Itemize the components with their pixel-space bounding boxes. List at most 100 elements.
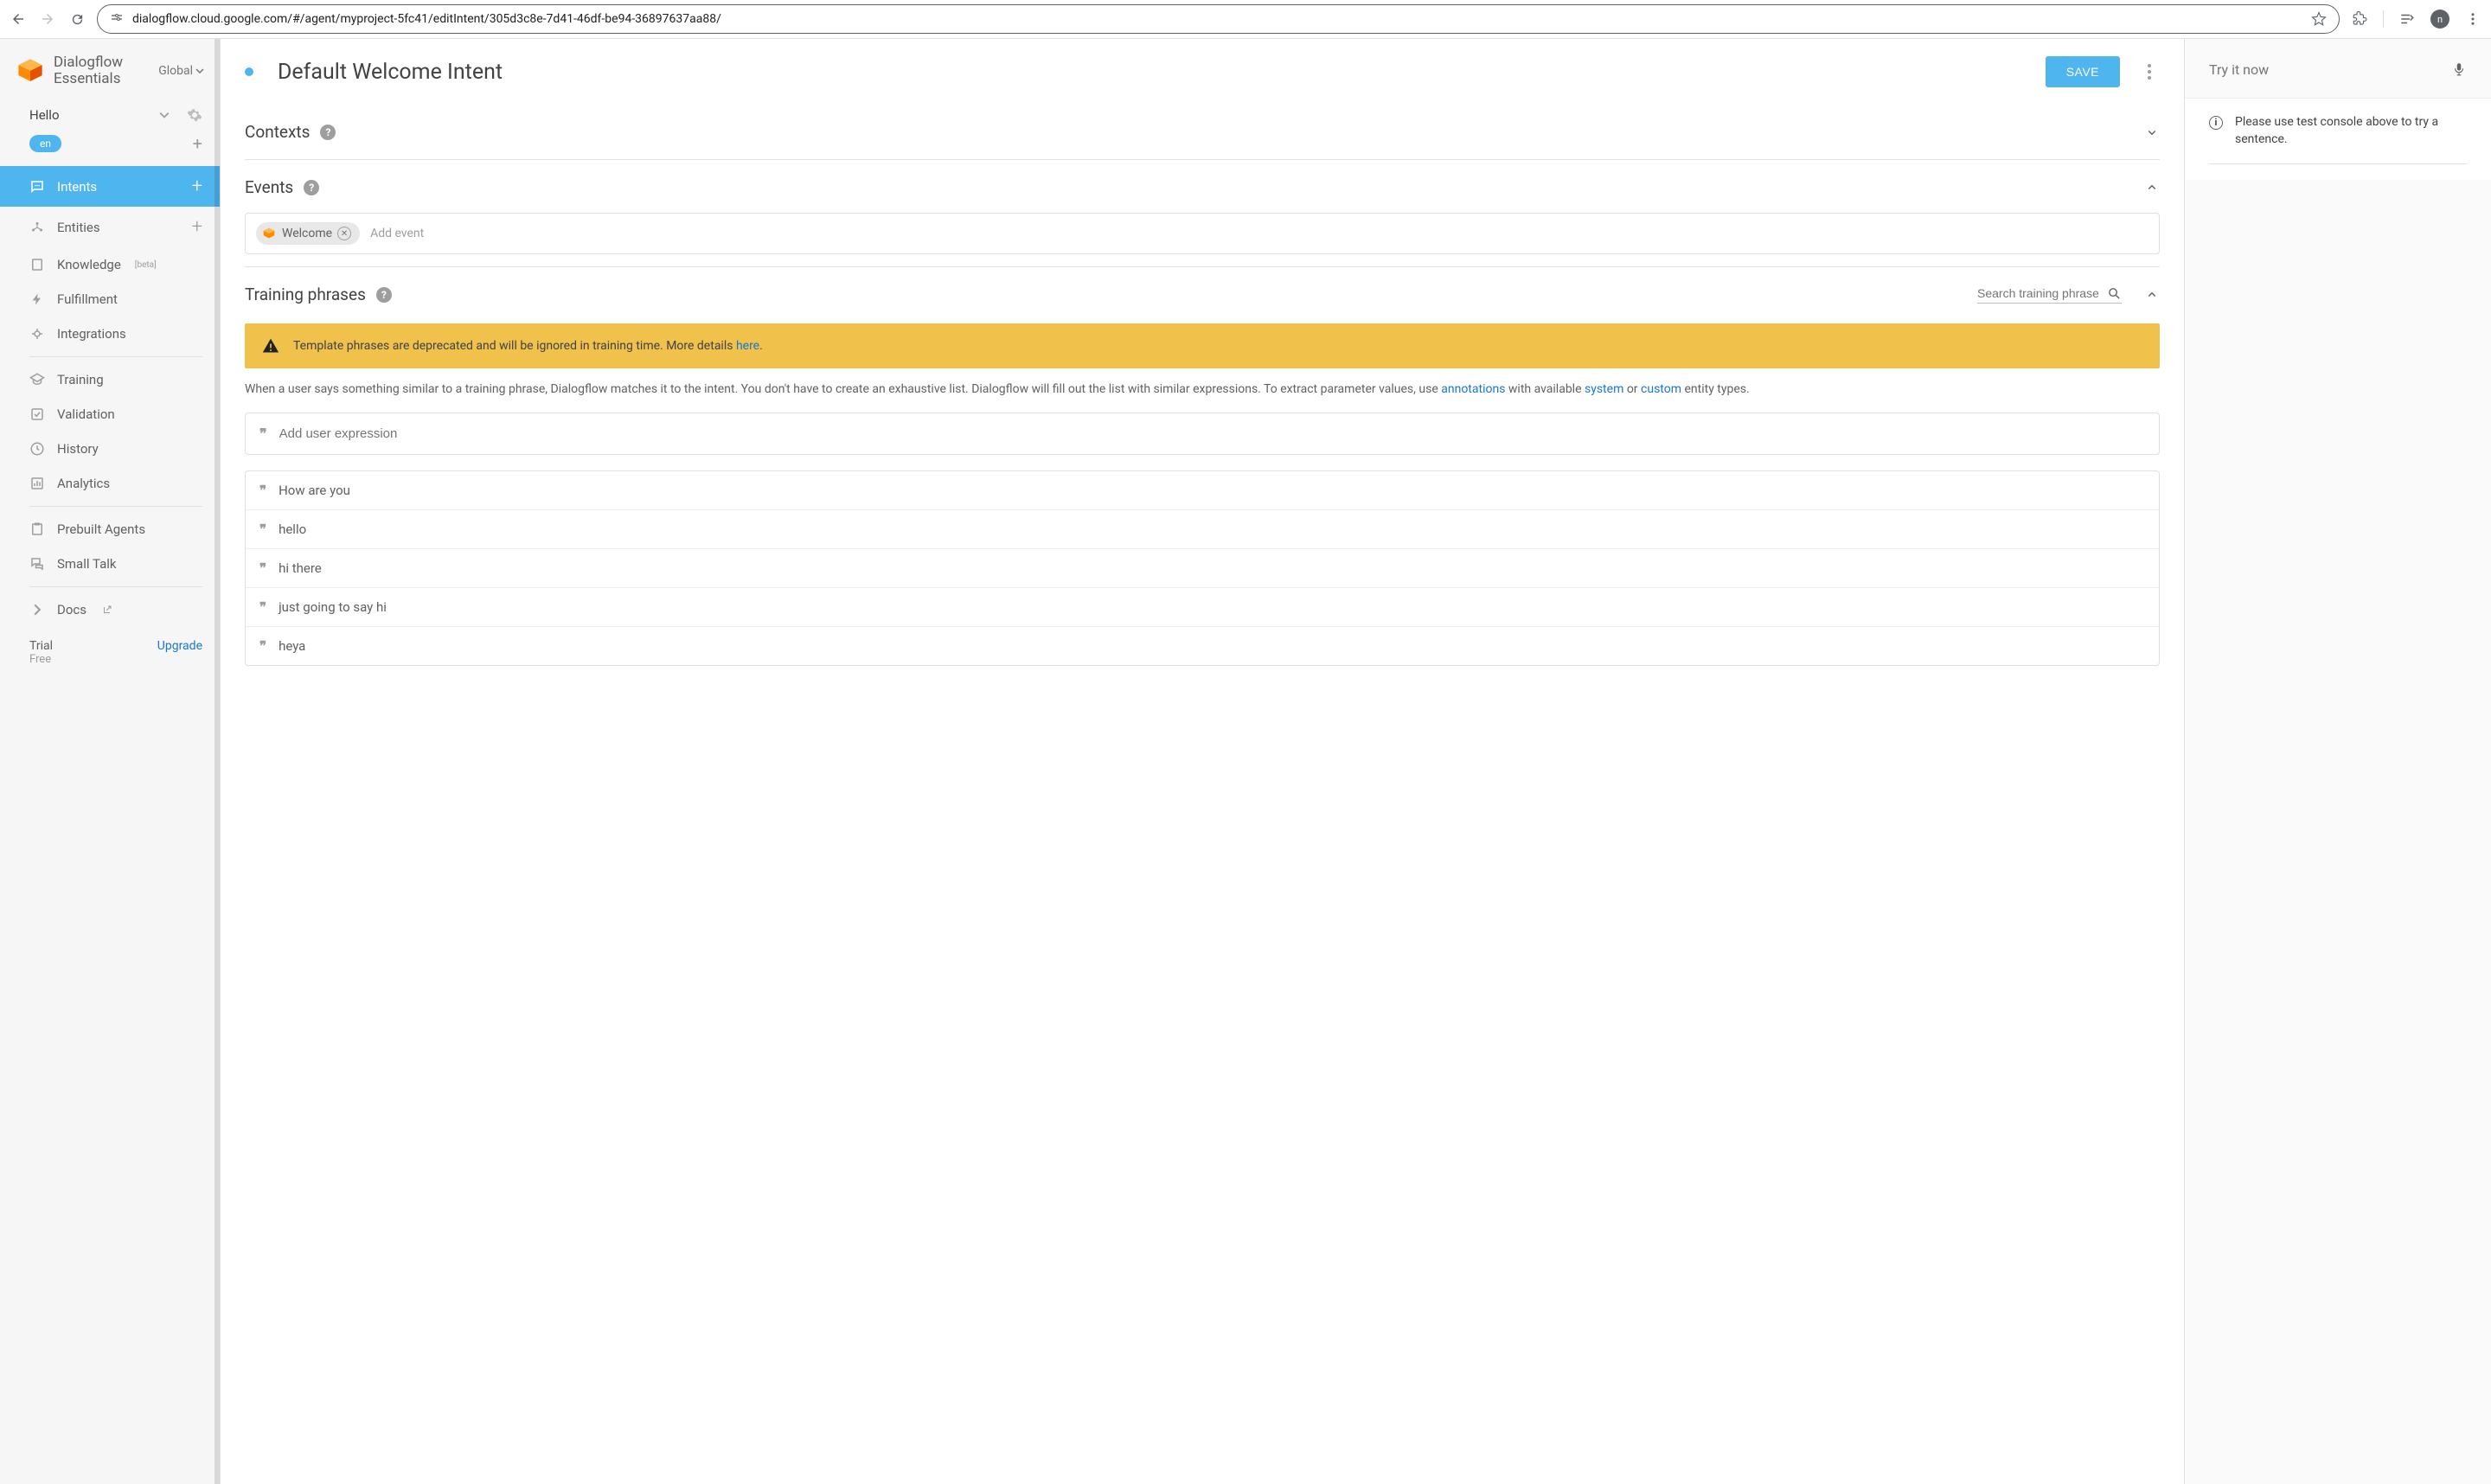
events-input[interactable]: Welcome ✕ Add event [245, 213, 2160, 254]
phrase-text: How are you [279, 483, 350, 498]
dialogflow-logo-icon [16, 56, 45, 86]
training-icon [29, 372, 45, 387]
external-link-icon [102, 604, 112, 615]
section-events: Events ? Welcome ✕ Add ev [245, 160, 2160, 267]
browser-toolbar: dialogflow.cloud.google.com/#/agent/mypr… [0, 0, 2491, 39]
search-training-phrases[interactable] [1977, 286, 2122, 304]
phrase-row[interactable]: ❞ hello [246, 510, 2159, 549]
section-contexts: Contexts ? [245, 105, 2160, 160]
warning-icon [262, 337, 279, 355]
prebuilt-icon [29, 521, 45, 537]
sidebar-item-docs[interactable]: Docs [0, 592, 220, 627]
collapse-training-button[interactable] [2144, 287, 2160, 303]
gear-icon[interactable] [187, 107, 202, 123]
quote-icon: ❞ [259, 425, 267, 442]
remove-event-button[interactable]: ✕ [337, 227, 351, 240]
sidebar-item-smalltalk[interactable]: Small Talk [0, 547, 220, 581]
quote-icon: ❞ [259, 521, 266, 537]
section-training-phrases: Training phrases ? Template phrases are … [245, 267, 2160, 678]
sidebar-item-validation[interactable]: Validation [0, 397, 220, 432]
add-phrase-input[interactable]: ❞ [245, 413, 2160, 455]
reload-button[interactable] [69, 11, 85, 27]
more-menu-button[interactable] [2148, 64, 2151, 80]
add-event-placeholder: Add event [370, 227, 424, 240]
media-icon[interactable] [2399, 11, 2415, 27]
search-input[interactable] [1977, 286, 2098, 300]
phrase-text: hello [279, 521, 306, 537]
forward-button[interactable] [40, 11, 55, 27]
phrase-row[interactable]: ❞ How are you [246, 471, 2159, 510]
smalltalk-icon [29, 556, 45, 572]
quote-icon: ❞ [259, 560, 266, 576]
sidebar-item-prebuilt[interactable]: Prebuilt Agents [0, 512, 220, 547]
phrase-text: heya [279, 638, 305, 654]
phrase-row[interactable]: ❞ heya [246, 627, 2159, 665]
quote-icon: ❞ [259, 638, 266, 654]
extensions-icon[interactable] [2352, 11, 2367, 27]
caret-down-icon [159, 110, 170, 120]
logo-subtitle: Essentials [54, 71, 123, 87]
mic-button[interactable] [2451, 60, 2467, 79]
dialogflow-cube-icon [261, 226, 277, 241]
quote-icon: ❞ [259, 599, 266, 615]
url-bar[interactable]: dialogflow.cloud.google.com/#/agent/mypr… [97, 4, 2340, 34]
event-chip: Welcome ✕ [256, 222, 360, 245]
validation-icon [29, 406, 45, 422]
sidebar-item-fulfillment[interactable]: Fulfillment [0, 282, 220, 317]
info-icon: i [2209, 116, 2223, 130]
language-pill[interactable]: en [29, 135, 61, 152]
caret-down-icon [195, 67, 204, 75]
phrase-input[interactable] [279, 426, 2145, 441]
add-entity-button[interactable]: + [192, 216, 202, 238]
phrase-list: ❞How are you❞hello❞hi there❞just going t… [245, 470, 2160, 666]
system-link[interactable]: system [1585, 382, 1623, 396]
sidebar-item-intents[interactable]: Intents + [0, 166, 220, 207]
add-language-button[interactable]: + [193, 133, 202, 154]
warning-banner: Template phrases are deprecated and will… [245, 323, 2160, 368]
back-button[interactable] [10, 11, 26, 27]
collapse-events-button[interactable] [2144, 180, 2160, 195]
agent-selector[interactable]: Hello [0, 99, 220, 130]
sidebar-item-knowledge[interactable]: Knowledge[beta] [0, 247, 220, 282]
browser-menu-icon[interactable] [2465, 11, 2481, 27]
annotations-link[interactable]: annotations [1441, 382, 1505, 396]
warning-link[interactable]: here [736, 339, 759, 353]
entities-icon [29, 220, 45, 235]
trial-row: Trial Free Upgrade [0, 627, 220, 669]
custom-link[interactable]: custom [1641, 382, 1681, 396]
add-intent-button[interactable]: + [192, 176, 202, 197]
expand-contexts-button[interactable] [2144, 125, 2160, 140]
chevron-right-icon [29, 602, 45, 617]
sidebar-item-integrations[interactable]: Integrations [0, 317, 220, 351]
training-info-text: When a user says something similar to a … [245, 381, 2160, 399]
profile-avatar[interactable]: n [2430, 10, 2449, 29]
upgrade-link[interactable]: Upgrade [157, 639, 202, 653]
sidebar-item-history[interactable]: History [0, 432, 220, 466]
analytics-icon [29, 476, 45, 491]
phrase-row[interactable]: ❞hi there [246, 549, 2159, 588]
save-button[interactable]: SAVE [2046, 56, 2120, 87]
intent-editor: Default Welcome Intent SAVE Contexts ? [221, 39, 2185, 1484]
quote-icon: ❞ [259, 483, 266, 498]
search-icon [2107, 286, 2122, 301]
help-icon[interactable]: ? [376, 287, 392, 303]
sidebar-item-analytics[interactable]: Analytics [0, 466, 220, 501]
try-title[interactable]: Try it now [2209, 61, 2269, 78]
url-text: dialogflow.cloud.google.com/#/agent/mypr… [132, 12, 2302, 26]
logo-title: Dialogflow [54, 54, 123, 71]
intent-title[interactable]: Default Welcome Intent [278, 60, 2030, 85]
site-settings-icon [110, 12, 124, 26]
help-icon[interactable]: ? [320, 125, 336, 140]
help-icon[interactable]: ? [304, 180, 319, 195]
sidebar-item-training[interactable]: Training [0, 362, 220, 397]
history-icon [29, 441, 45, 457]
sidebar-item-entities[interactable]: Entities + [0, 207, 220, 247]
knowledge-icon [29, 257, 45, 272]
phrase-text: just going to say hi [279, 599, 387, 615]
star-icon[interactable] [2311, 11, 2327, 27]
intents-icon [29, 179, 45, 195]
global-selector[interactable]: Global [158, 64, 204, 78]
phrase-row[interactable]: ❞ just going to say hi [246, 588, 2159, 627]
logo-row: Dialogflow Essentials Global [0, 39, 220, 99]
integrations-icon [29, 326, 45, 342]
